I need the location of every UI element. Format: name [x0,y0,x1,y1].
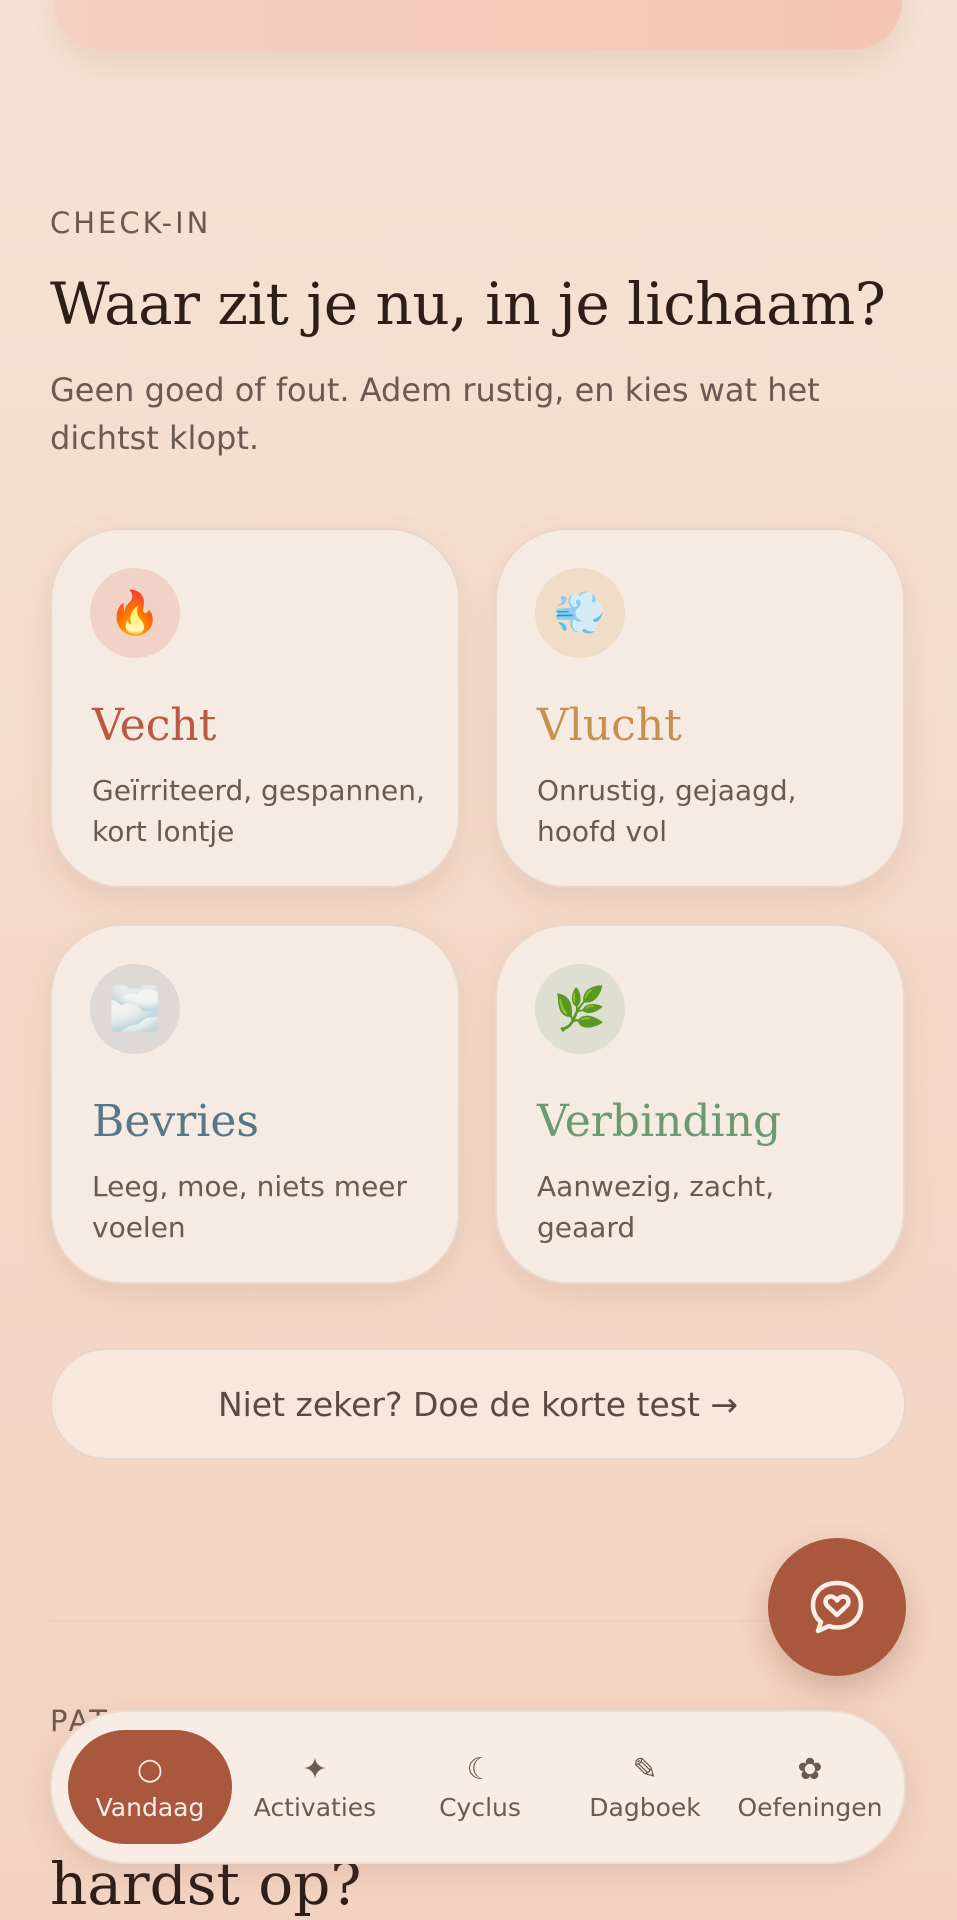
nav-item-activaties[interactable]: ✦ Activaties [233,1730,397,1844]
fire-icon: 🔥 [90,568,180,658]
chat-fab-button[interactable] [768,1538,906,1676]
state-title: Verbinding [537,1096,782,1147]
state-card-verbinding[interactable]: 🌿 Verbinding Aanwezig, zacht, geaard [495,924,905,1284]
pencil-icon: ✎ [632,1751,658,1787]
state-title: Bevries [92,1096,259,1147]
state-card-bevries[interactable]: 🌫️ Bevries Leeg, moe, niets meer voelen [50,924,460,1284]
heart-chat-icon [810,1580,864,1634]
state-grid: 🔥 Vecht Geïrriteerd, gespannen, kort lon… [50,528,906,1286]
bottom-nav: ○ Vandaag ✦ Activaties ☾ Cyclus ✎ Dagboe… [50,1710,906,1864]
state-description: Geïrriteerd, gespannen, kort lontje [92,774,425,848]
state-card-vlucht[interactable]: 💨 Vlucht Onrustig, gejaagd, hoofd vol [495,528,905,888]
page-title: Waar zit je nu, in je lichaam? [50,270,886,338]
nav-label: Activaties [253,1792,377,1822]
nav-item-cyclus[interactable]: ☾ Cyclus [398,1730,562,1844]
nav-label: Cyclus [439,1792,521,1822]
state-description: Onrustig, gejaagd, hoofd vol [537,774,797,848]
nav-label: Oefeningen [737,1792,883,1822]
circle-icon: ○ [136,1751,164,1787]
moon-icon: ☾ [466,1751,494,1787]
nav-label: Vandaag [95,1792,205,1822]
leaf-icon: 🌿 [535,964,625,1054]
nav-label: Dagboek [589,1792,701,1822]
sparkle-icon: ✦ [302,1751,328,1787]
state-description: Leeg, moe, niets meer voelen [92,1170,408,1244]
nav-item-dagboek[interactable]: ✎ Dagboek [563,1730,727,1844]
state-description: Aanwezig, zacht, geaard [537,1170,775,1244]
state-title: Vlucht [537,700,682,751]
flower-icon: ✿ [797,1751,823,1787]
short-test-button[interactable]: Niet zeker? Doe de korte test → [50,1348,906,1460]
wind-icon: 💨 [535,568,625,658]
nav-item-vandaag[interactable]: ○ Vandaag [68,1730,232,1844]
section-eyebrow: CHECK-IN [50,206,212,240]
state-card-vecht[interactable]: 🔥 Vecht Geïrriteerd, gespannen, kort lon… [50,528,460,888]
page-subtitle: Geen goed of fout. Adem rustig, en kies … [50,371,820,457]
nav-item-oefeningen[interactable]: ✿ Oefeningen [728,1730,892,1844]
fog-icon: 🌫️ [90,964,180,1054]
state-title: Vecht [92,700,217,751]
top-card-edge [54,0,902,50]
